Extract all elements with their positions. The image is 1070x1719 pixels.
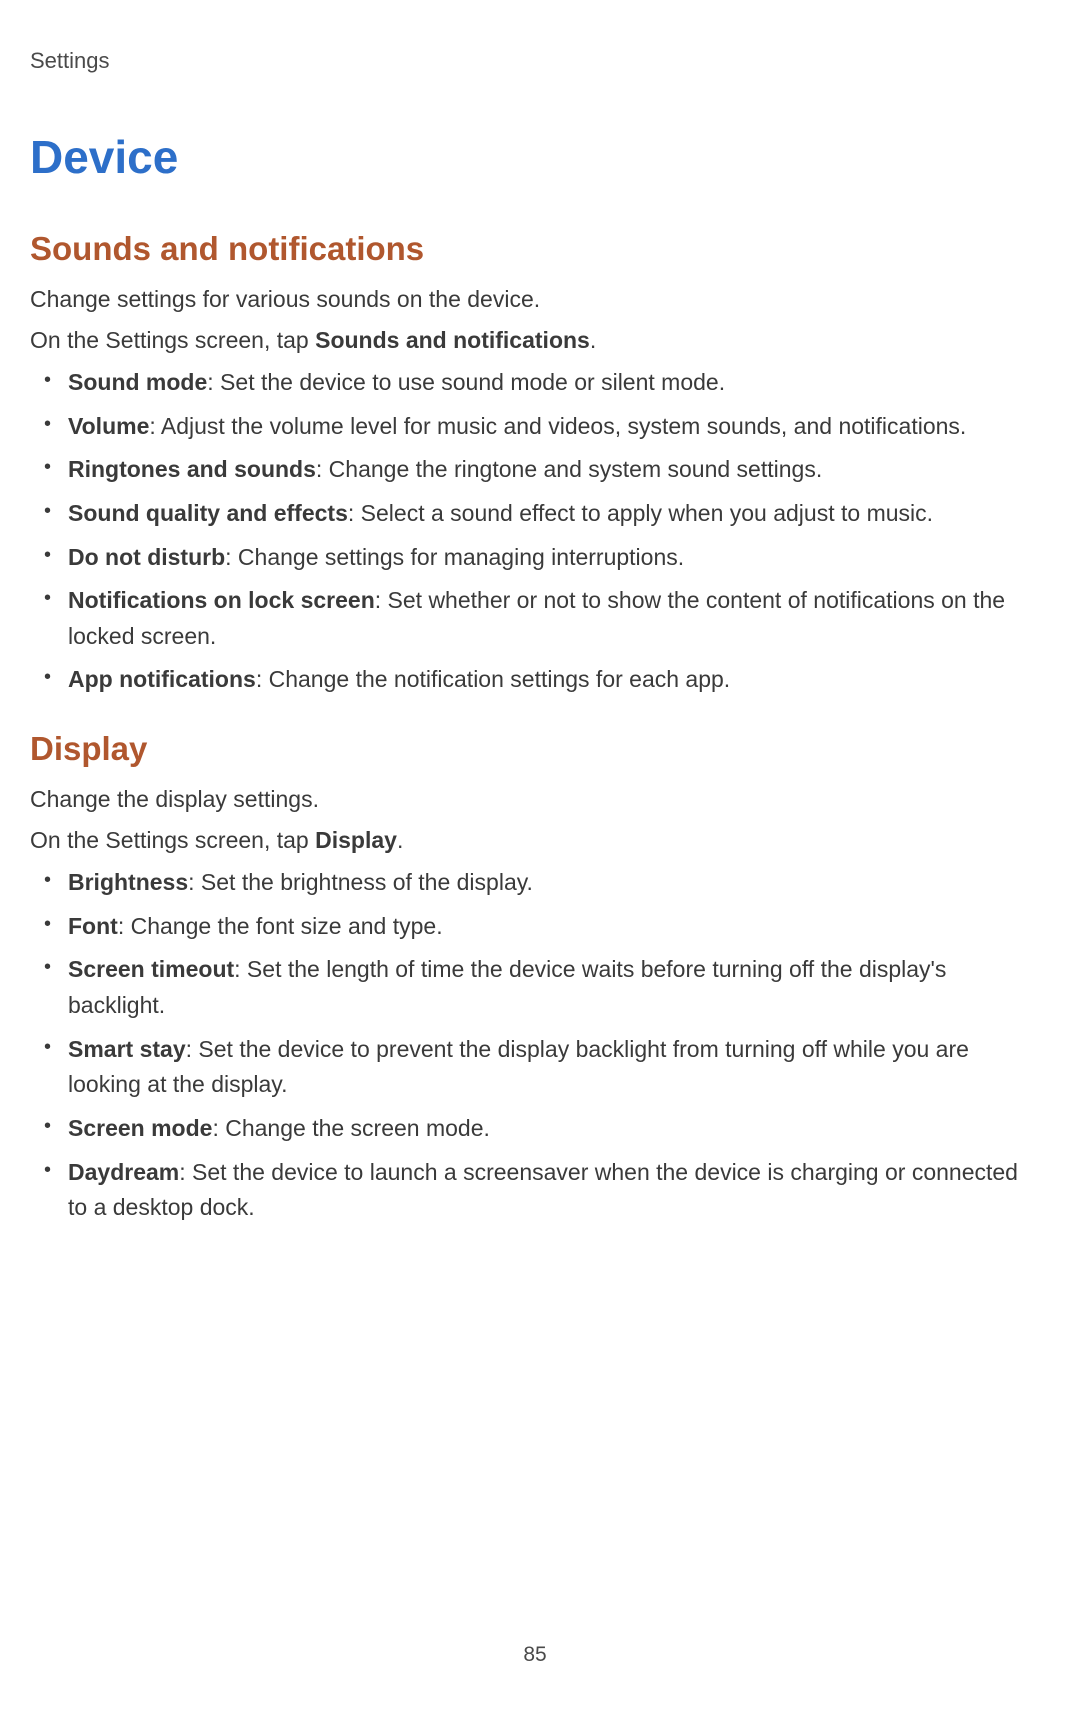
section-intro-1: Change settings for various sounds on th… (30, 282, 1040, 317)
intro2-bold: Sounds and notifications (315, 327, 590, 353)
item-desc: : Change the font size and type. (118, 913, 443, 939)
intro2-suffix: . (397, 827, 403, 853)
section-intro-1: Change the display settings. (30, 782, 1040, 817)
list-item: Smart stay: Set the device to prevent th… (68, 1032, 1040, 1103)
item-desc: : Set the brightness of the display. (188, 869, 533, 895)
list-item: Notifications on lock screen: Set whethe… (68, 583, 1040, 654)
item-label: Do not disturb (68, 544, 225, 570)
item-desc: : Adjust the volume level for music and … (149, 413, 966, 439)
section-display: Display Change the display settings. On … (30, 730, 1040, 1226)
list-item: Sound quality and effects: Select a soun… (68, 496, 1040, 532)
item-label: Smart stay (68, 1036, 186, 1062)
list-item: App notifications: Change the notificati… (68, 662, 1040, 698)
item-desc: : Change the screen mode. (212, 1115, 489, 1141)
item-desc: : Set the device to launch a screensaver… (68, 1159, 1018, 1221)
list-item: Brightness: Set the brightness of the di… (68, 865, 1040, 901)
item-label: Brightness (68, 869, 188, 895)
list-item: Screen mode: Change the screen mode. (68, 1111, 1040, 1147)
item-desc: : Select a sound effect to apply when yo… (348, 500, 933, 526)
item-desc: : Change the notification settings for e… (256, 666, 730, 692)
item-label: Font (68, 913, 118, 939)
intro2-suffix: . (590, 327, 596, 353)
section-heading-sounds: Sounds and notifications (30, 230, 1040, 268)
bullet-list-display: Brightness: Set the brightness of the di… (30, 865, 1040, 1226)
item-desc: : Change the ringtone and system sound s… (316, 456, 822, 482)
item-desc: : Set the device to use sound mode or si… (207, 369, 725, 395)
list-item: Do not disturb: Change settings for mana… (68, 540, 1040, 576)
list-item: Screen timeout: Set the length of time t… (68, 952, 1040, 1023)
section-sounds-notifications: Sounds and notifications Change settings… (30, 230, 1040, 698)
list-item: Ringtones and sounds: Change the rington… (68, 452, 1040, 488)
item-desc: : Set the device to prevent the display … (68, 1036, 969, 1098)
list-item: Volume: Adjust the volume level for musi… (68, 409, 1040, 445)
item-label: Notifications on lock screen (68, 587, 375, 613)
item-label: Volume (68, 413, 149, 439)
item-desc: : Change settings for managing interrupt… (225, 544, 684, 570)
item-label: Sound mode (68, 369, 207, 395)
section-intro-2: On the Settings screen, tap Sounds and n… (30, 323, 1040, 358)
item-label: Screen timeout (68, 956, 234, 982)
list-item: Font: Change the font size and type. (68, 909, 1040, 945)
section-heading-display: Display (30, 730, 1040, 768)
item-label: Sound quality and effects (68, 500, 348, 526)
item-label: App notifications (68, 666, 256, 692)
list-item: Daydream: Set the device to launch a scr… (68, 1155, 1040, 1226)
bullet-list-sounds: Sound mode: Set the device to use sound … (30, 365, 1040, 698)
list-item: Sound mode: Set the device to use sound … (68, 365, 1040, 401)
page-number: 85 (523, 1643, 546, 1667)
intro2-prefix: On the Settings screen, tap (30, 327, 315, 353)
breadcrumb: Settings (30, 48, 1040, 74)
page-title: Device (30, 130, 1040, 184)
item-label: Screen mode (68, 1115, 212, 1141)
intro2-bold: Display (315, 827, 397, 853)
section-intro-2: On the Settings screen, tap Display. (30, 823, 1040, 858)
item-label: Daydream (68, 1159, 179, 1185)
item-label: Ringtones and sounds (68, 456, 316, 482)
intro2-prefix: On the Settings screen, tap (30, 827, 315, 853)
